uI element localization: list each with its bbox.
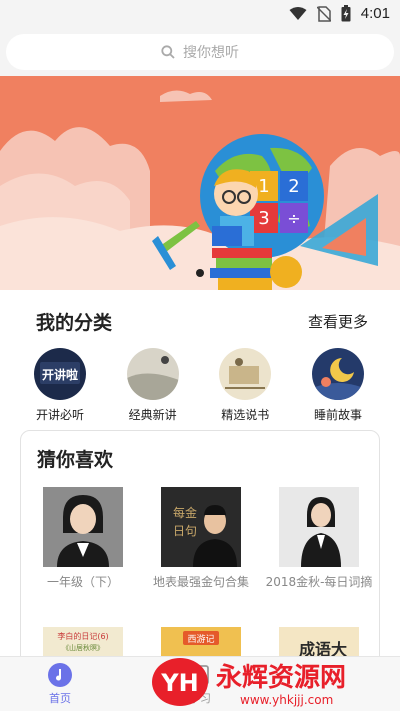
category-thumbnail: [126, 348, 179, 400]
recommend-thumbnail: 每 日 金 句: [161, 487, 241, 567]
svg-text:金: 金: [185, 505, 197, 520]
category-row: 开讲啦 开讲必听 经典新讲 精选说书 睡前故事: [14, 348, 384, 423]
banner-illustration: 1 2 3 ÷: [0, 76, 400, 290]
recommend-label: 2018金秋-每日词摘: [265, 575, 373, 589]
category-thumbnail: [219, 348, 272, 400]
category-thumbnail: [311, 348, 364, 400]
main-content: 我的分类 查看更多 开讲啦 开讲必听 经典新讲 精选说书 睡前故事 猜你喜欢 一…: [0, 290, 400, 670]
nav-label-home: 首页: [49, 692, 71, 705]
category-section-header: 我的分类 查看更多: [36, 308, 368, 335]
category-section-title: 我的分类: [36, 312, 113, 334]
svg-text:1: 1: [258, 176, 269, 197]
recommend-item[interactable]: 2018金秋-每日词摘: [266, 487, 372, 591]
category-label: 经典新讲: [128, 408, 177, 422]
svg-text:永辉资源网: 永辉资源网: [216, 663, 346, 693]
banner-carousel[interactable]: 1 2 3 ÷: [0, 76, 400, 290]
recommend-item[interactable]: 一年级（下）: [41, 487, 125, 591]
status-time: 4:01: [360, 5, 390, 22]
svg-text:李白的日记(6): 李白的日记(6): [57, 631, 108, 641]
recommend-grid: 一年级（下） 每 日 金 句 地表最强金句合集 2018金秋-每日词摘: [41, 487, 372, 591]
svg-text:3: 3: [258, 208, 269, 229]
svg-text:《山居秋暝》: 《山居秋暝》: [62, 643, 104, 652]
svg-text:日: 日: [173, 524, 185, 538]
svg-text:YH: YH: [160, 669, 198, 697]
category-item-shuoshu[interactable]: 精选说书: [199, 348, 291, 423]
svg-text:2: 2: [288, 176, 299, 197]
category-item-shuiqian[interactable]: 睡前故事: [292, 348, 384, 423]
svg-text:www.yhkjjj.com: www.yhkjjj.com: [240, 693, 333, 707]
wifi-icon: [289, 6, 307, 20]
category-thumbnail: 开讲啦: [34, 348, 86, 400]
recommend-thumbnail: [43, 487, 123, 567]
svg-text:÷: ÷: [287, 209, 300, 228]
svg-text:西游记: 西游记: [187, 633, 214, 645]
recommend-label: 地表最强金句合集: [152, 575, 249, 589]
category-label: 睡前故事: [313, 408, 362, 422]
recommend-thumbnail: [279, 487, 359, 567]
watermark: YH 永辉资源网 www.yhkjjj.com: [150, 654, 395, 711]
svg-text:开讲啦: 开讲啦: [42, 367, 78, 382]
search-bar[interactable]: 搜你想听: [6, 34, 394, 70]
status-bar: 4:01: [0, 0, 400, 28]
battery-charging-icon: [341, 5, 351, 22]
search-placeholder: 搜你想听: [183, 45, 239, 61]
search-icon: [161, 45, 175, 59]
home-music-icon: [48, 663, 72, 687]
nav-item-home[interactable]: 首页: [48, 663, 72, 706]
recommend-card: 猜你喜欢 一年级（下） 每 日 金 句 地表最强金句合集 2018金秋-每日词摘…: [20, 430, 380, 670]
category-label: 开讲必听: [35, 408, 84, 422]
category-label: 精选说书: [221, 408, 270, 422]
svg-text:每: 每: [173, 505, 185, 520]
svg-text:句: 句: [185, 524, 197, 538]
category-item-jingdian[interactable]: 经典新讲: [107, 348, 199, 423]
recommend-title: 猜你喜欢: [37, 449, 114, 471]
recommend-label: 一年级（下）: [46, 575, 119, 589]
category-item-kaijiang[interactable]: 开讲啦 开讲必听: [14, 348, 106, 423]
recommend-item[interactable]: 每 日 金 句 地表最强金句合集: [153, 487, 249, 591]
view-more-link[interactable]: 查看更多: [308, 311, 368, 332]
no-sim-icon: [316, 5, 331, 22]
